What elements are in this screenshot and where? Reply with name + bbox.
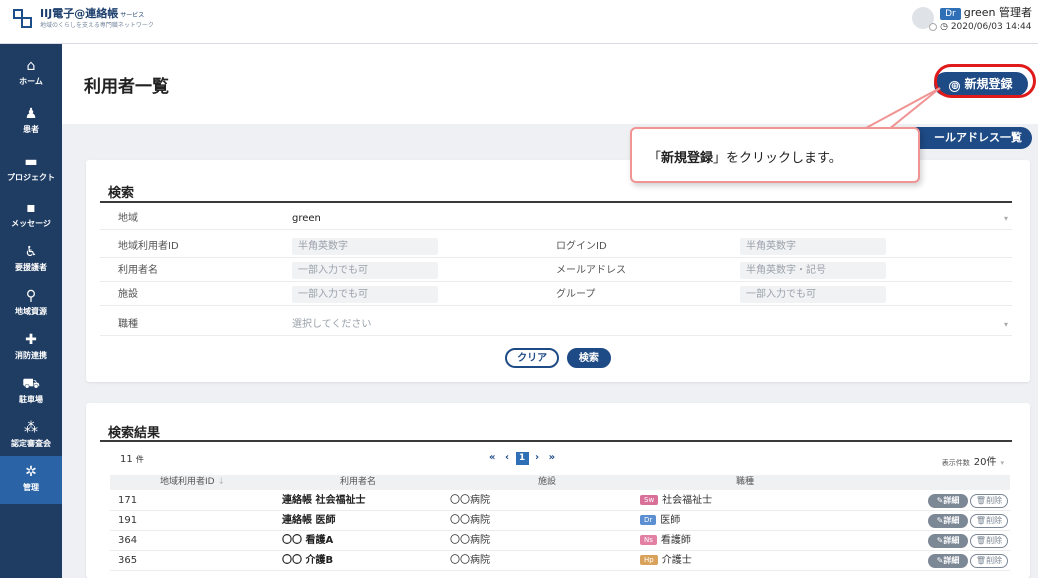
sidebar-item-parking[interactable]: ⛟ 駐車場 (0, 368, 62, 416)
first-page-button[interactable]: « (489, 452, 495, 463)
detail-button[interactable]: ✎詳細 (928, 554, 968, 568)
ambulance-icon: ✚ (25, 332, 37, 348)
group-input[interactable]: 一部入力でも可 (740, 286, 886, 303)
detail-button[interactable]: ✎詳細 (928, 494, 968, 508)
home-icon: ⌂ (26, 58, 36, 74)
delete-button[interactable]: 🗑削除 (970, 534, 1008, 548)
delete-button[interactable]: 🗑削除 (970, 554, 1008, 568)
highlight-ring (934, 64, 1036, 98)
detail-button[interactable]: ✎詳細 (928, 534, 968, 548)
detail-button[interactable]: ✎詳細 (928, 514, 968, 528)
chevron-down-icon: ▾ (1003, 320, 1008, 329)
user-menu[interactable]: Dr green 管理者 ◷ 2020/06/03 14:44 (912, 4, 1032, 32)
sidebar-item-resources[interactable]: ⚲ 地域資源 (0, 280, 62, 328)
sidebar-item-project[interactable]: ▬ プロジェクト (0, 146, 62, 194)
instruction-callout: 「新規登録」をクリックします。 (630, 127, 920, 183)
job-tag: Ns (640, 535, 657, 545)
table-row[interactable]: 365 〇〇 介護B 〇〇病院 Hp 介護士 ✎詳細 🗑削除 (110, 551, 1010, 571)
trash-icon: 🗑 (975, 536, 987, 545)
email-input[interactable]: 半角英数字・記号 (740, 262, 886, 279)
sidebar-item-fire[interactable]: ✚ 消防連携 (0, 324, 62, 372)
prev-page-button[interactable]: ‹ (505, 452, 509, 463)
car-icon: ⛟ (22, 376, 40, 392)
current-page[interactable]: 1 (515, 452, 529, 465)
local-user-id-input[interactable]: 半角英数字 (292, 238, 438, 255)
current-datetime: 2020/06/03 14:44 (950, 22, 1032, 32)
sidebar-item-admin[interactable]: ✲ 管理 (0, 456, 62, 504)
column-id[interactable]: 地域利用者ID ↓ (160, 475, 225, 490)
logo-icon (12, 8, 34, 30)
sidebar-item-committee[interactable]: ⁂ 認定審査会 (0, 412, 62, 460)
result-count: 11 件 (120, 454, 144, 465)
search-button[interactable]: 検索 (566, 348, 611, 368)
column-name: 利用者名 (340, 477, 377, 487)
facility-input[interactable]: 一部入力でも可 (292, 286, 438, 303)
delete-button[interactable]: 🗑削除 (970, 514, 1008, 528)
app-subtitle: 地域のくらしを支える専門職ネットワーク (40, 22, 154, 29)
results-panel: 検索結果 11 件 « ‹ 1 › » 表示件数 20件 ▾ 地域利用者ID ↓ 利… (86, 403, 1030, 578)
patient-icon: ♟ (24, 106, 38, 122)
message-icon: ▪ (26, 200, 36, 216)
column-facility: 施設 (538, 477, 557, 487)
next-page-button[interactable]: › (535, 452, 539, 463)
page-title: 利用者一覧 (84, 77, 169, 97)
job-tag: Sw (640, 495, 659, 505)
login-id-input[interactable]: 半角英数字 (740, 238, 886, 255)
results-title: 検索結果 (108, 426, 161, 441)
job-select[interactable]: 選択してください (292, 314, 371, 336)
search-title: 検索 (108, 186, 135, 201)
table-row[interactable]: 191 連絡帳 医師 〇〇病院 Dr 医師 ✎詳細 🗑削除 (110, 511, 1010, 531)
trash-icon: 🗑 (975, 556, 987, 565)
divider (100, 201, 1012, 203)
trash-icon: 🗑 (975, 496, 987, 505)
table-header: 地域利用者ID ↓ 利用者名 施設 職種 (110, 475, 1010, 490)
user-name-input[interactable]: 一部入力でも可 (292, 262, 438, 279)
clear-button[interactable]: クリア (505, 348, 560, 368)
mail-address-list-button[interactable]: ールアドレス一覧 (906, 127, 1032, 149)
user-name: green 管理者 (963, 6, 1032, 19)
table-row[interactable]: 364 〇〇 看護A 〇〇病院 Ns 看護師 ✎詳細 🗑削除 (110, 531, 1010, 551)
last-page-button[interactable]: » (549, 452, 555, 463)
per-page-select[interactable]: 表示件数 20件 ▾ (942, 453, 1004, 468)
gear-icon: ✲ (25, 464, 37, 480)
job-tag: Hp (640, 555, 658, 565)
sidebar-item-message[interactable]: ▪ メッセージ (0, 192, 62, 240)
id-row: 地域利用者ID 半角英数字 ログインID 半角英数字 (100, 236, 1012, 258)
sidebar-item-care[interactable]: ♿ 要援護者 (0, 236, 62, 284)
search-panel: 検索 地域 green ▾ 地域利用者ID 半角英数字 ログインID 半角英数字… (86, 160, 1030, 382)
clock-icon: ◷ (940, 22, 948, 32)
callout-strong: 新規登録 (661, 151, 714, 166)
committee-icon: ⁂ (24, 420, 38, 436)
trash-icon: 🗑 (975, 516, 987, 525)
top-bar: IIJ電子@連絡帳 サービス 地域のくらしを支える専門職ネットワーク Dr gree… (0, 0, 1038, 44)
sort-icon: ↓ (217, 477, 226, 487)
app-title-suffix: サービス (120, 12, 145, 19)
chevron-down-icon: ▾ (1003, 214, 1008, 223)
pagination: « ‹ 1 › » (486, 452, 558, 465)
chevron-down-icon: ▾ (1000, 459, 1004, 467)
app-title: IIJ電子@連絡帳 (40, 7, 119, 20)
column-job: 職種 (736, 477, 755, 487)
sidebar-item-patient[interactable]: ♟ 患者 (0, 98, 62, 146)
area-row[interactable]: 地域 green ▾ (100, 208, 1012, 230)
app-logo[interactable]: IIJ電子@連絡帳 サービス 地域のくらしを支える専門職ネットワーク (12, 8, 154, 30)
care-icon: ♿ (24, 244, 38, 260)
avatar[interactable] (912, 7, 938, 31)
sidebar: ⌂ ホーム ♟ 患者 ▬ プロジェクト ▪ メッセージ ♿ 要援護者 ⚲ 地域資源 ✚ 消防連… (0, 44, 62, 578)
name-row: 利用者名 一部入力でも可 メールアドレス 半角英数字・記号 (100, 260, 1012, 282)
job-row[interactable]: 職種 選択してください ▾ (100, 314, 1012, 336)
delete-button[interactable]: 🗑削除 (970, 494, 1008, 508)
facility-row: 施設 一部入力でも可 グループ 一部入力でも可 (100, 284, 1012, 306)
role-badge: Dr (940, 8, 961, 20)
page-header: 利用者一覧 ⊕ 新規登録 (62, 44, 1038, 124)
table-row[interactable]: 171 連絡帳 社会福祉士 〇〇病院 Sw 社会福祉士 ✎詳細 🗑削除 (110, 491, 1010, 511)
divider (100, 440, 1012, 442)
sidebar-item-home[interactable]: ⌂ ホーム (0, 50, 62, 98)
map-pin-icon: ⚲ (25, 288, 37, 304)
folder-icon: ▬ (24, 154, 38, 170)
job-tag: Dr (640, 515, 657, 525)
area-select[interactable]: green (292, 208, 321, 230)
